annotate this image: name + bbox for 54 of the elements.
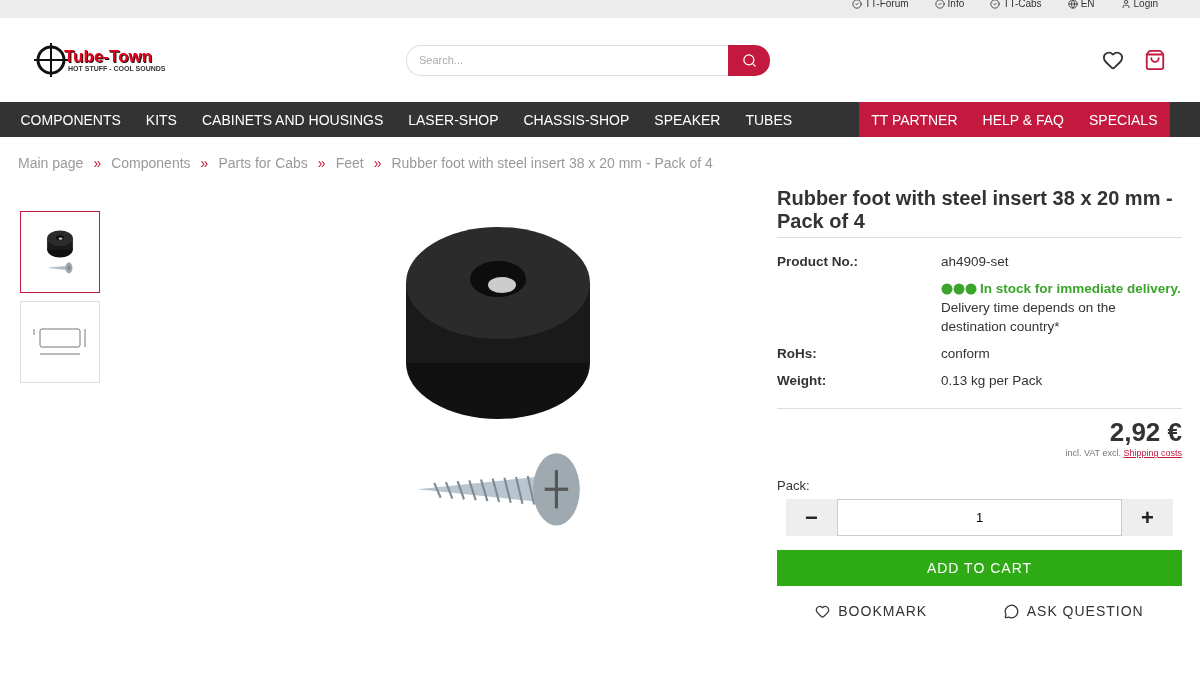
nav-item[interactable]: CHASSIS-SHOP: [511, 102, 642, 137]
nav-item[interactable]: SPECIALS: [1076, 102, 1170, 137]
search-field[interactable]: Search...: [406, 44, 728, 76]
product-title: Rubber foot with steel insert 38 x 20 mm - Pack of 4: [777, 187, 1182, 238]
heart-icon: [1102, 49, 1124, 71]
logo-text: Tube-Town: [64, 48, 154, 65]
top-link[interactable]: TT-Cabs: [990, 0, 1042, 9]
tax-note: incl. VAT excl.: [1065, 448, 1122, 458]
bookmark-button[interactable]: BOOKMARK: [809, 602, 934, 620]
rubber-foot-drawing: [46, 230, 74, 259]
check-circle-icon: [934, 0, 945, 9]
nav-item[interactable]: HELP & FAQ: [970, 102, 1077, 137]
nav-item[interactable]: CABINETS AND HOUSINGS: [189, 102, 396, 137]
nav-item[interactable]: TT PARTNER: [858, 102, 971, 137]
increase-button[interactable]: +: [1122, 499, 1173, 536]
breadcrumb-current: Rubber foot with steel insert 38 x 20 mm - Pack of 4: [391, 155, 713, 171]
shopping-bag-icon: [1144, 49, 1166, 71]
screw-drawing: [47, 262, 73, 274]
breadcrumb-separator: »: [200, 155, 209, 171]
nav-item[interactable]: COMPONENTS: [8, 102, 134, 137]
top-link[interactable]: Info: [934, 0, 965, 9]
search-icon: [741, 52, 757, 68]
nav-item[interactable]: KITS: [133, 102, 190, 137]
price: 2,92 €: [1108, 417, 1182, 448]
user-icon: [1120, 0, 1131, 9]
decrease-button[interactable]: −: [786, 499, 837, 536]
shipping-link[interactable]: Shipping costs: [1123, 448, 1182, 458]
detail-value: conform: [941, 346, 990, 361]
wishlist-button[interactable]: [1102, 49, 1124, 71]
quantity-field[interactable]: 1: [837, 499, 1122, 536]
heart-icon: [815, 603, 831, 619]
quantity-label: Pack:: [777, 478, 811, 493]
cart-button[interactable]: [1144, 49, 1166, 71]
detail-label: Weight:: [777, 372, 828, 390]
thumbnail[interactable]: [20, 211, 100, 293]
detail-value: Delivery time depends on the destination country*: [941, 300, 1116, 334]
top-link[interactable]: EN: [1067, 0, 1095, 9]
top-link[interactable]: TT-Forum: [851, 0, 909, 9]
nav-item[interactable]: LASER-SHOP: [395, 102, 511, 137]
speech-bubble-icon: [1003, 603, 1019, 619]
stock-status: In stock for immediate delivery.: [980, 280, 1181, 298]
nav-item[interactable]: SPEAKER: [641, 102, 733, 137]
breadcrumb-separator: »: [317, 155, 326, 171]
top-link[interactable]: Login: [1120, 0, 1158, 9]
detail-label: Product No.:: [777, 253, 859, 271]
detail-value: 0.13 kg per Pack: [941, 373, 1043, 388]
breadcrumb-separator: »: [373, 155, 382, 171]
detail-value: ah4909-set: [941, 254, 1009, 269]
search-button[interactable]: [728, 44, 770, 76]
breadcrumb-separator: »: [93, 155, 102, 171]
detail-label: RoHs:: [777, 345, 818, 363]
nav-item[interactable]: TUBES: [732, 102, 805, 137]
ask-question-button[interactable]: ASK QUESTION: [997, 602, 1150, 620]
globe-icon: [1067, 0, 1078, 9]
